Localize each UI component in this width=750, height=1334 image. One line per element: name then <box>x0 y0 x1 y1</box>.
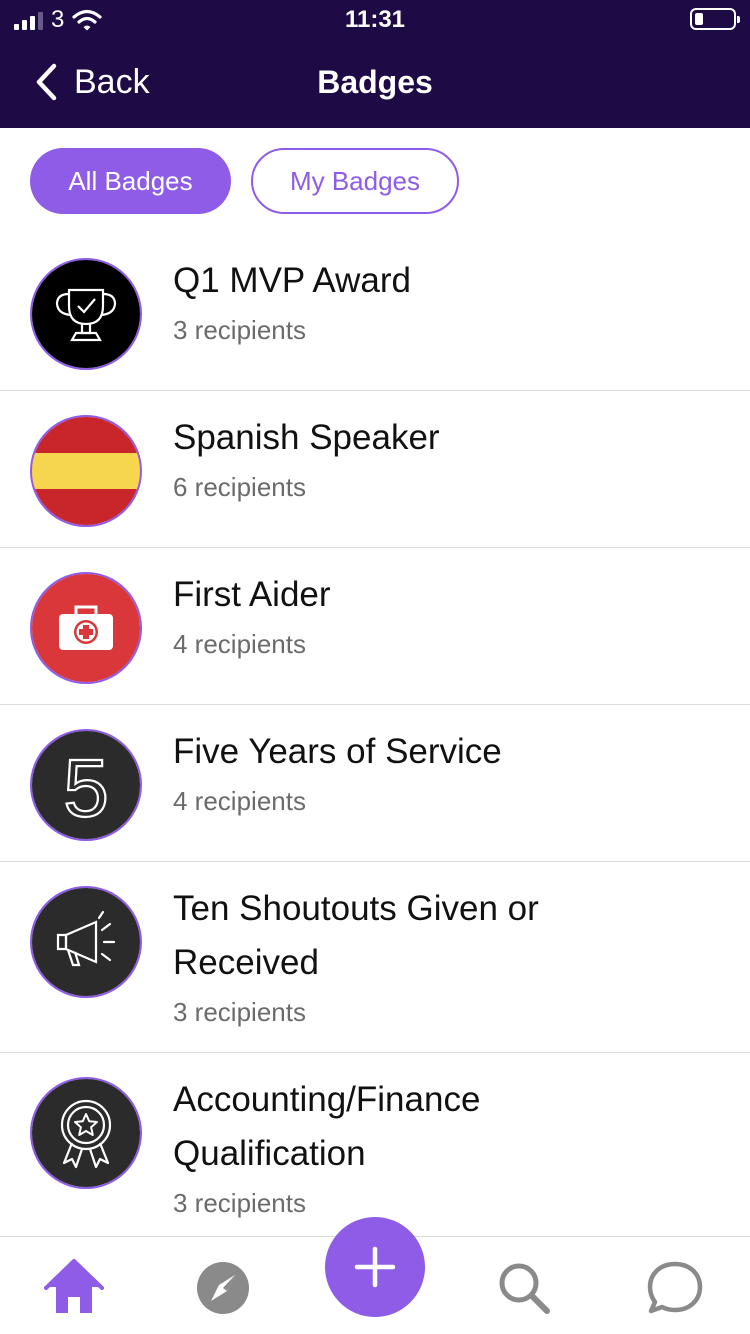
badge-recipients: 6 recipients <box>173 472 306 502</box>
trophy-icon <box>30 258 142 370</box>
status-time: 11:31 <box>344 6 406 33</box>
badge-row[interactable]: Q1 MVP Award 3 recipients <box>0 234 750 391</box>
badge-recipients: 4 recipients <box>173 629 306 659</box>
header: 3 11:31 Back Badges <box>0 0 750 128</box>
badge-recipients: 3 recipients <box>173 315 306 345</box>
compass-icon[interactable] <box>193 1257 253 1317</box>
status-bar: 3 11:31 <box>0 0 750 40</box>
first-aid-kit-icon <box>30 572 142 684</box>
badge-recipients: 3 recipients <box>173 997 306 1027</box>
badge-row[interactable]: 5 Five Years of Service 4 recipients <box>0 705 750 862</box>
search-icon[interactable] <box>494 1257 554 1317</box>
badge-row[interactable]: Ten Shoutouts Given or Received 3 recipi… <box>0 862 750 1053</box>
badge-list: Q1 MVP Award 3 recipients Spanish Speake… <box>0 234 750 1244</box>
home-icon[interactable] <box>44 1257 104 1317</box>
battery-icon <box>690 8 740 30</box>
badge-title: Spanish Speaker <box>173 418 440 457</box>
svg-text:5: 5 <box>63 743 109 834</box>
megaphone-icon <box>30 886 142 998</box>
badge-title: Q1 MVP Award <box>173 261 411 300</box>
badge-title: First Aider <box>173 575 331 614</box>
badge-title: Five Years of Service <box>173 732 502 771</box>
badge-row[interactable]: Accounting/Finance Qualification 3 recip… <box>0 1053 750 1244</box>
navigation-bar: Back Badges <box>0 40 750 128</box>
all-badges-tab[interactable]: All Badges <box>30 148 231 214</box>
badge-row[interactable]: First Aider 4 recipients <box>0 548 750 705</box>
add-icon <box>354 1246 396 1288</box>
badge-title: Ten Shoutouts Given or Received <box>173 889 539 982</box>
spain-flag-icon <box>30 415 142 527</box>
badge-title: Accounting/Finance Qualification <box>173 1080 481 1173</box>
my-badges-tab[interactable]: My Badges <box>251 148 459 214</box>
page-title: Badges <box>317 64 433 100</box>
badge-recipients: 4 recipients <box>173 786 306 816</box>
number-five-icon: 5 <box>30 729 142 841</box>
add-button[interactable] <box>325 1217 425 1317</box>
chat-icon[interactable] <box>645 1257 705 1317</box>
badge-filter-group: All Badges My Badges <box>30 148 459 214</box>
badge-row[interactable]: Spanish Speaker 6 recipients <box>0 391 750 548</box>
rosette-star-icon <box>30 1077 142 1189</box>
